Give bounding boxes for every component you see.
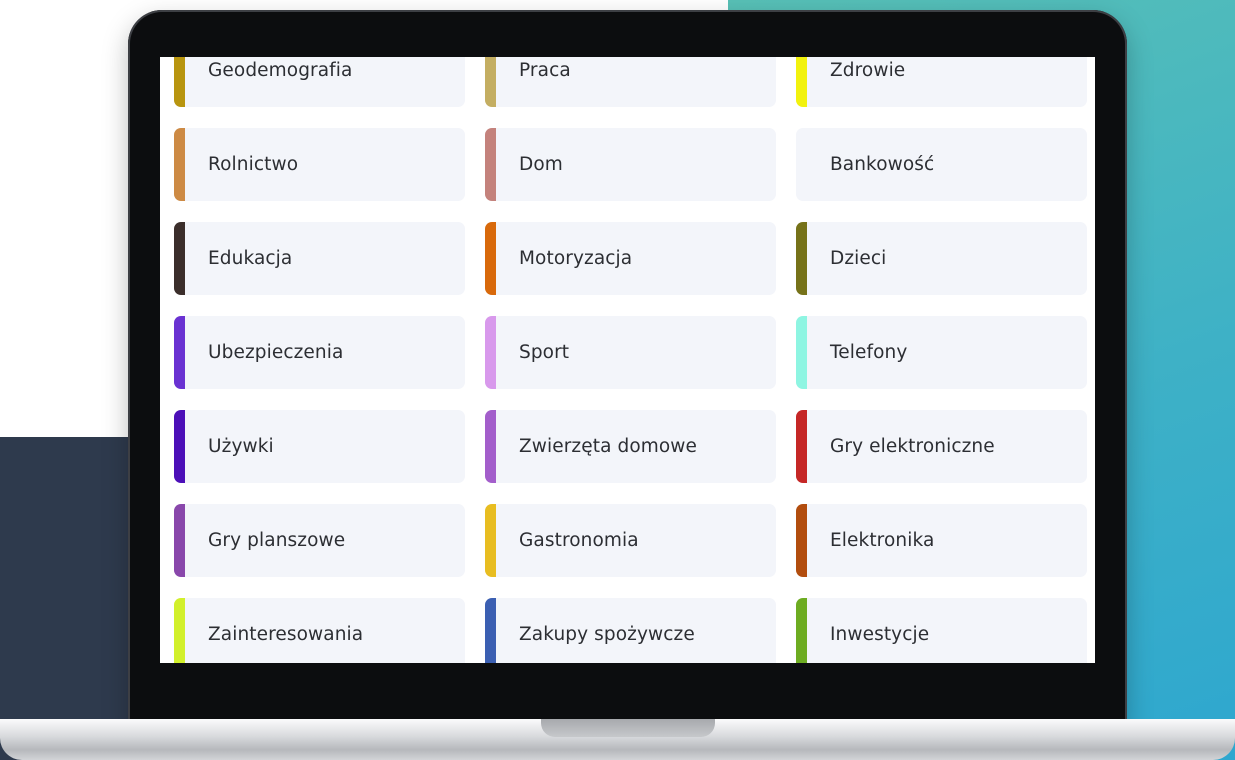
category-card[interactable]: Zdrowie <box>796 57 1087 107</box>
laptop-notch <box>541 719 715 737</box>
category-color-bar <box>796 410 807 483</box>
category-color-bar <box>485 316 496 389</box>
category-card[interactable]: Inwestycje <box>796 598 1087 663</box>
category-color-bar <box>174 504 185 577</box>
category-color-bar <box>796 57 807 107</box>
category-label: Gry elektroniczne <box>830 436 995 457</box>
category-card[interactable]: Rolnictwo <box>174 128 465 201</box>
category-color-bar <box>485 598 496 663</box>
category-color-bar <box>174 57 185 107</box>
category-label: Dom <box>519 154 563 175</box>
category-label: Inwestycje <box>830 624 930 645</box>
category-label: Edukacja <box>208 248 293 269</box>
category-card[interactable]: Dom <box>485 128 776 201</box>
category-label: Sport <box>519 342 570 363</box>
category-label: Telefony <box>830 342 908 363</box>
category-label: Dzieci <box>830 248 887 269</box>
category-card[interactable]: Dzieci <box>796 222 1087 295</box>
category-color-bar <box>174 410 185 483</box>
category-label: Zakupy spożywcze <box>519 624 695 645</box>
laptop-screen: Geodemografia Praca Zdrowie Rolnictwo Do… <box>160 57 1095 663</box>
category-color-bar <box>174 316 185 389</box>
category-label: Zainteresowania <box>208 624 364 645</box>
category-card[interactable]: Zwierzęta domowe <box>485 410 776 483</box>
category-card[interactable]: Motoryzacja <box>485 222 776 295</box>
category-color-bar <box>485 222 496 295</box>
category-card[interactable]: Zainteresowania <box>174 598 465 663</box>
category-label: Bankowość <box>830 154 935 175</box>
category-color-bar <box>796 222 807 295</box>
category-card[interactable]: Geodemografia <box>174 57 465 107</box>
category-card[interactable]: Używki <box>174 410 465 483</box>
category-card[interactable]: Praca <box>485 57 776 107</box>
category-color-bar <box>485 57 496 107</box>
category-label: Elektronika <box>830 530 935 551</box>
category-color-bar <box>174 222 185 295</box>
category-card[interactable]: Gastronomia <box>485 504 776 577</box>
category-label: Geodemografia <box>208 60 353 81</box>
category-grid: Geodemografia Praca Zdrowie Rolnictwo Do… <box>174 57 1087 663</box>
category-color-bar <box>174 128 185 201</box>
category-card[interactable]: Sport <box>485 316 776 389</box>
category-card[interactable]: Zakupy spożywcze <box>485 598 776 663</box>
category-card[interactable]: Elektronika <box>796 504 1087 577</box>
category-color-bar <box>485 410 496 483</box>
category-card[interactable]: Telefony <box>796 316 1087 389</box>
category-card[interactable]: Gry elektroniczne <box>796 410 1087 483</box>
category-card[interactable]: Bankowość <box>796 128 1087 201</box>
category-label: Rolnictwo <box>208 154 299 175</box>
category-label: Gastronomia <box>519 530 639 551</box>
category-card[interactable]: Ubezpieczenia <box>174 316 465 389</box>
category-color-bar <box>796 316 807 389</box>
category-color-bar <box>485 128 496 201</box>
category-label: Gry planszowe <box>208 530 346 551</box>
category-label: Ubezpieczenia <box>208 342 344 363</box>
category-card[interactable]: Gry planszowe <box>174 504 465 577</box>
category-label: Zwierzęta domowe <box>519 436 698 457</box>
category-color-bar <box>796 598 807 663</box>
category-label: Motoryzacja <box>519 248 633 269</box>
category-label: Używki <box>208 436 274 457</box>
category-color-bar <box>796 504 807 577</box>
category-card[interactable]: Edukacja <box>174 222 465 295</box>
category-label: Zdrowie <box>830 60 906 81</box>
category-label: Praca <box>519 60 571 81</box>
category-color-bar <box>485 504 496 577</box>
category-color-bar <box>174 598 185 663</box>
